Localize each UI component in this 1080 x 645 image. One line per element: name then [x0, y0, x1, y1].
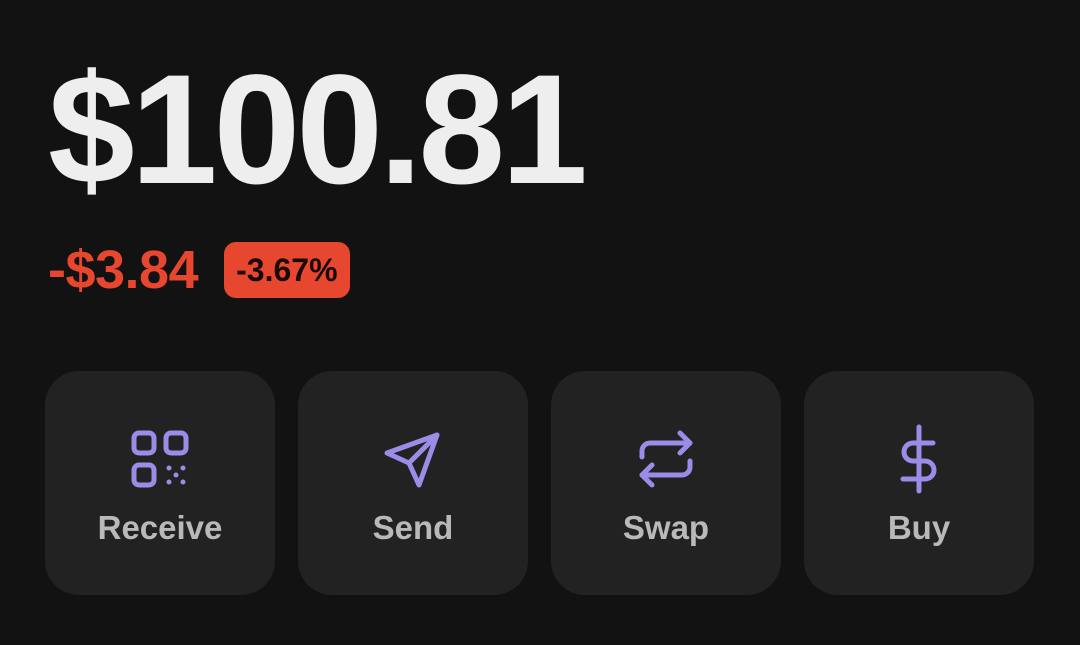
balance-amount: $100.81: [48, 43, 588, 217]
action-buttons: Receive Send Swap Buy: [45, 371, 1034, 595]
dollar-icon: [883, 423, 955, 495]
qr-code-icon: [124, 423, 196, 495]
swap-icon: [630, 423, 702, 495]
receive-button[interactable]: Receive: [45, 371, 275, 595]
send-icon: [377, 423, 449, 495]
balance-change: -$3.84 -3.67%: [48, 238, 350, 302]
change-amount: -$3.84: [48, 240, 199, 300]
swap-button[interactable]: Swap: [551, 371, 781, 595]
buy-label: Buy: [887, 509, 951, 546]
send-label: Send: [372, 509, 454, 546]
change-percent-badge: -3.67%: [224, 242, 350, 298]
buy-button[interactable]: Buy: [804, 371, 1034, 595]
swap-label: Swap: [622, 509, 710, 546]
send-button[interactable]: Send: [298, 371, 528, 595]
receive-label: Receive: [97, 509, 223, 546]
